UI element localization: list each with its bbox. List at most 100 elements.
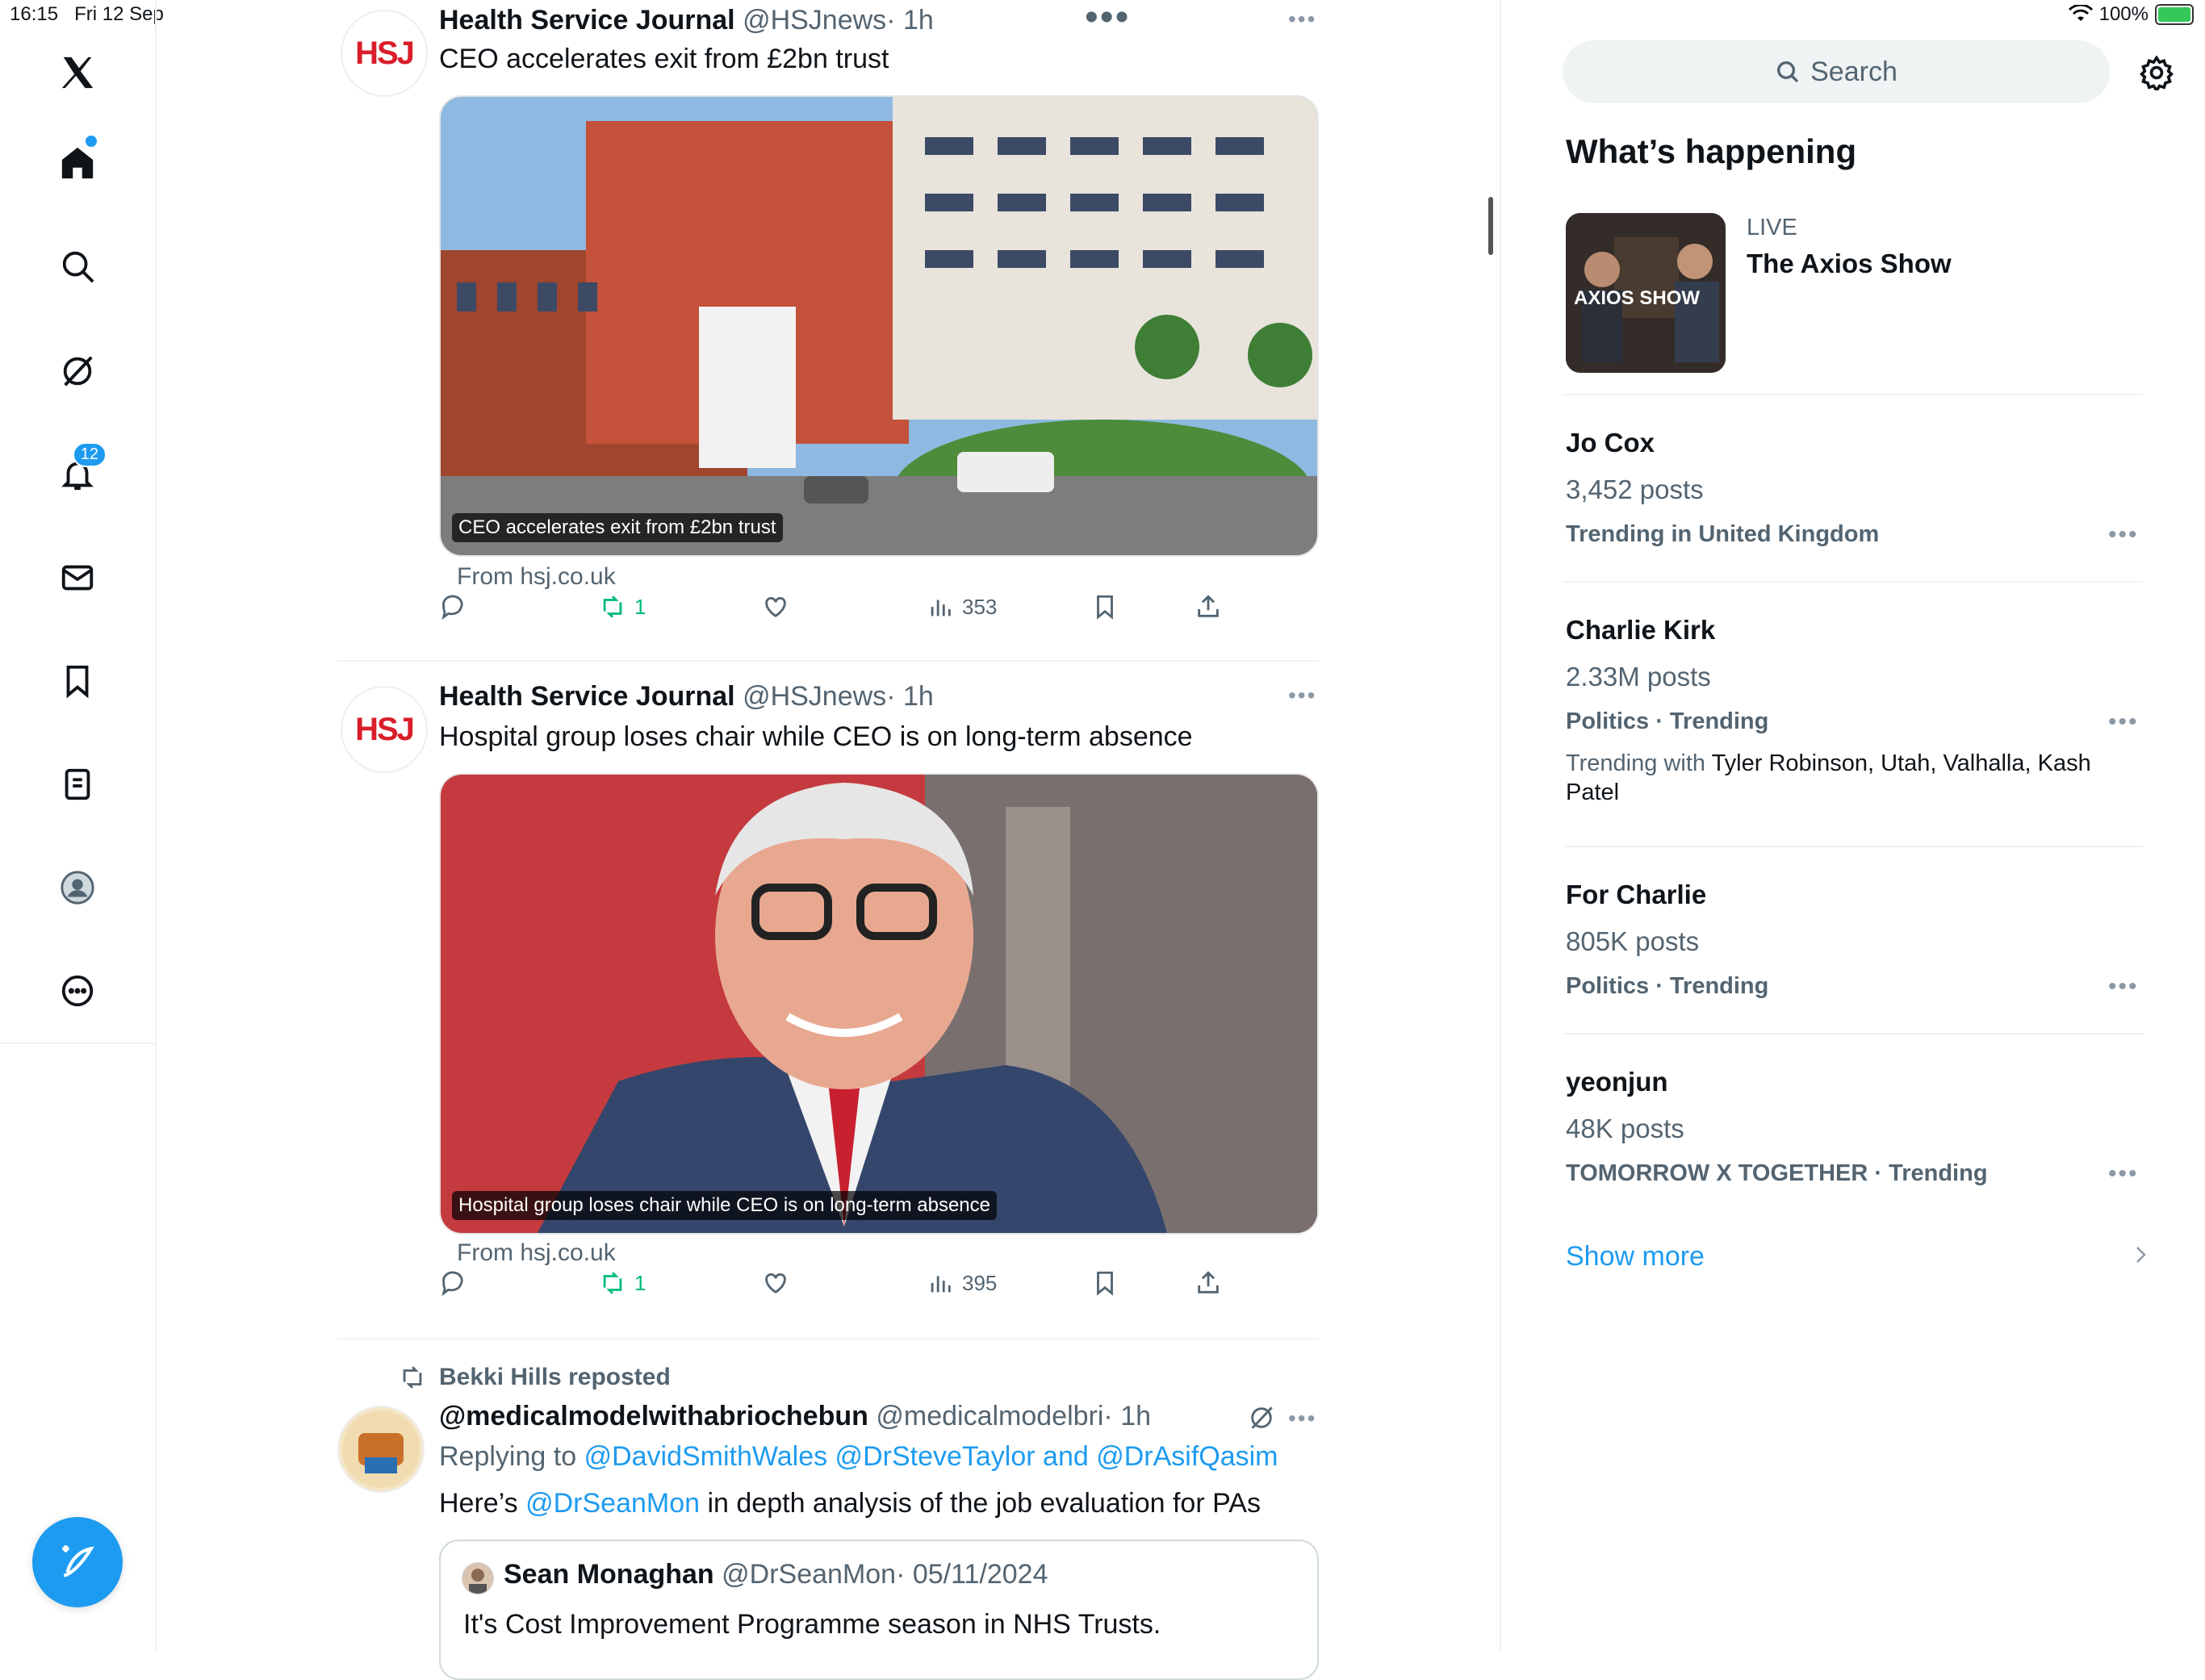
retweet-count: 1 (634, 1270, 646, 1295)
tweet-time[interactable]: · 1h (1103, 1401, 1151, 1431)
views-button[interactable]: 395 (927, 1269, 997, 1297)
user-avatar[interactable] (337, 1406, 425, 1493)
retweet-icon (603, 1272, 622, 1294)
author-handle[interactable]: @HSJnews (743, 681, 886, 712)
quoted-text: It's Cost Improvement Programme season i… (463, 1609, 1161, 1640)
hsj-logo: HSJ (355, 35, 415, 71)
trend-name[interactable]: yeonjun (1566, 1067, 1668, 1097)
views-count: 353 (962, 594, 998, 619)
search-nav-icon[interactable] (53, 242, 102, 290)
author-name[interactable]: Health Service Journal (439, 681, 735, 712)
chevron-right-icon[interactable] (2131, 1243, 2150, 1271)
live-thumb-text: AXIOS SHOW (1574, 287, 1701, 309)
reply-button[interactable] (439, 1269, 467, 1297)
replying-to: Replying to @DavidSmithWales @DrSteveTay… (439, 1441, 1278, 1473)
quoted-tweet[interactable]: Sean Monaghan @DrSeanMon· 05/11/2024 It'… (439, 1540, 1319, 1680)
replying-names[interactable]: @DavidSmithWales @DrSteveTaylor and @DrA… (584, 1441, 1278, 1472)
trend-count: 48K posts (1566, 1114, 1684, 1143)
tweet-header: Health Service Journal @HSJnews· 1h (439, 5, 934, 36)
hsj-avatar[interactable]: HSJ (341, 686, 428, 773)
trend-count: 3,452 posts (1566, 474, 1704, 504)
author-name[interactable]: Health Service Journal (439, 5, 735, 36)
status-bar-right: 100% (2068, 3, 2194, 26)
settings-gear-icon[interactable] (2139, 55, 2174, 94)
portrait-photo (441, 775, 1317, 1233)
like-button[interactable] (762, 593, 789, 621)
trend-more-icon[interactable]: ••• (2108, 1160, 2139, 1188)
repost-label[interactable]: Bekki Hills reposted (439, 1364, 671, 1391)
tweet-more-icon[interactable]: ••• (1288, 1406, 1316, 1431)
whats-happening-title: What’s happening (1566, 132, 1857, 170)
retweet-button[interactable]: 1 (599, 593, 646, 621)
bookmark-icon (1097, 1271, 1113, 1296)
tweet-image-portrait[interactable]: Hospital group loses chair while CEO is … (439, 773, 1319, 1235)
quoted-handle: @DrSeanMon (722, 1559, 897, 1590)
author-handle[interactable]: @HSJnews (743, 5, 886, 36)
grok-explain-icon[interactable] (1248, 1404, 1275, 1436)
reply-button[interactable] (439, 593, 467, 621)
trend-more-icon[interactable]: ••• (2108, 973, 2139, 1001)
bookmark-button[interactable] (1091, 1269, 1119, 1297)
feed-scrollbar[interactable] (1488, 197, 1493, 255)
live-title[interactable]: The Axios Show (1747, 249, 1952, 279)
views-chart-icon (931, 600, 951, 616)
bookmarks-icon[interactable] (53, 657, 102, 705)
share-button[interactable] (1195, 1269, 1222, 1297)
tweet-time[interactable]: · 1h (886, 5, 934, 36)
tweet-header: @medicalmodelwithabriochebun @medicalmod… (439, 1401, 1151, 1432)
home-icon[interactable] (53, 134, 102, 187)
trend-related: Trending with Tyler Robinson, Utah, Valh… (1566, 749, 2131, 807)
tweet-image-hospital[interactable]: CEO accelerates exit from £2bn trust (439, 95, 1319, 557)
hospital-photo (441, 97, 1317, 555)
notifications-badge: 12 (72, 442, 107, 467)
trend-meta: Politics · Trending (1566, 708, 1769, 734)
views-button[interactable]: 353 (927, 593, 997, 621)
author-handle[interactable]: @medicalmodelbri (876, 1401, 1103, 1431)
tweet-text-pre: Here’s (439, 1488, 518, 1519)
like-button[interactable] (762, 1269, 789, 1297)
trend-meta: Politics · Trending (1566, 973, 1769, 999)
x-logo-icon[interactable] (53, 48, 102, 97)
tweet-header: Health Service Journal @HSJnews· 1h (439, 681, 934, 713)
image-caption: CEO accelerates exit from £2bn trust (452, 513, 783, 542)
compose-post-button[interactable] (32, 1517, 123, 1607)
wifi-icon (2068, 5, 2093, 21)
tweet-text-post: in depth analysis of the job evaluation … (707, 1488, 1261, 1519)
quoted-header: Sean Monaghan @DrSeanMon· 05/11/2024 (504, 1559, 1048, 1590)
tweet-more-icon[interactable]: ••• (1288, 683, 1316, 708)
grok-icon[interactable] (53, 347, 102, 395)
quoted-date: · 05/11/2024 (896, 1559, 1048, 1590)
author-name[interactable]: @medicalmodelwithabriochebun (439, 1401, 868, 1431)
notifications-bell-icon[interactable]: 12 (53, 442, 107, 499)
trend-meta: Trending in United Kingdom (1566, 521, 1880, 547)
link-source[interactable]: From hsj.co.uk (457, 563, 616, 591)
trend-divider (1563, 394, 2144, 395)
profile-icon[interactable] (53, 863, 102, 912)
live-thumbnail[interactable]: AXIOS SHOW (1566, 213, 1726, 373)
trend-more-icon[interactable]: ••• (2108, 521, 2139, 549)
trend-divider (1563, 1033, 2144, 1034)
trend-more-icon[interactable]: ••• (2108, 708, 2139, 736)
tweet-text: Hospital group loses chair while CEO is … (439, 721, 1193, 752)
replying-prefix: Replying to (439, 1441, 577, 1472)
more-options-icon[interactable] (53, 967, 102, 1015)
lists-icon[interactable] (53, 760, 102, 809)
trend-count: 2.33M posts (1566, 662, 1711, 692)
trend-name[interactable]: Charlie Kirk (1566, 615, 1715, 646)
share-button[interactable] (1195, 593, 1222, 621)
grok-menu-dots-icon[interactable]: ••• (1085, 0, 1130, 40)
trend-name[interactable]: For Charlie (1566, 880, 1706, 910)
battery-percent: 100% (2098, 3, 2149, 25)
show-more-link[interactable]: Show more (1566, 1241, 1705, 1273)
messages-envelope-icon[interactable] (53, 554, 102, 602)
bookmark-button[interactable] (1091, 593, 1119, 621)
tweet-more-icon[interactable]: ••• (1288, 6, 1316, 32)
mention-link[interactable]: @DrSeanMon (525, 1488, 700, 1519)
link-source[interactable]: From hsj.co.uk (457, 1239, 616, 1267)
trend-name[interactable]: Jo Cox (1566, 428, 1655, 458)
retweet-button[interactable]: 1 (599, 1269, 646, 1297)
search-input[interactable]: Search (1563, 40, 2110, 103)
trend-divider (1563, 846, 2144, 847)
hsj-avatar[interactable]: HSJ (341, 10, 428, 97)
tweet-time[interactable]: · 1h (886, 681, 934, 712)
